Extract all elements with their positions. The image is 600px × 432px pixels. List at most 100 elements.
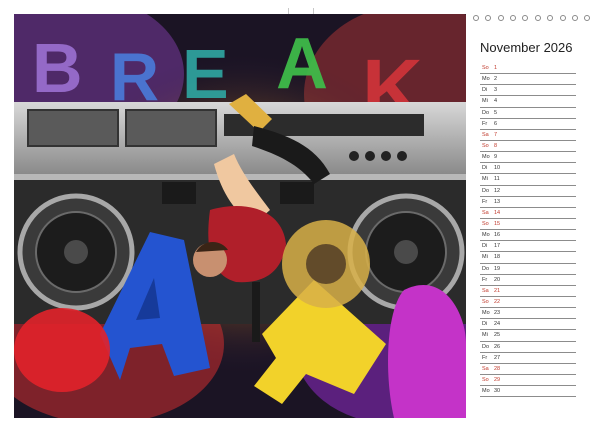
day-number: 28 (494, 365, 501, 372)
day-weekday: Di (482, 321, 488, 328)
binding-ring (534, 15, 541, 21)
day-weekday: Fr (482, 276, 488, 283)
day-weekday: Do (482, 343, 490, 350)
day-row: So 29 (480, 375, 576, 387)
day-weekday: Sa (482, 365, 489, 372)
day-row: Fr 13 (480, 197, 576, 208)
day-row: Mi 11 (480, 174, 576, 186)
day-number: 26 (494, 343, 501, 350)
day-weekday: Fr (482, 198, 488, 205)
day-weekday: So (482, 65, 489, 71)
day-weekday: Do (482, 265, 490, 272)
binding-ring (510, 15, 516, 21)
day-number: 3 (494, 87, 498, 94)
day-number: 22 (494, 298, 501, 305)
day-weekday: Mo (482, 76, 490, 83)
day-number: 2 (494, 76, 498, 83)
day-weekday: Mo (482, 154, 490, 161)
calendar-photo: B R E A K (14, 14, 466, 418)
day-weekday: Mi (482, 176, 488, 183)
day-weekday: Di (482, 165, 488, 172)
day-weekday: Mo (482, 388, 490, 395)
day-number: 25 (494, 332, 501, 339)
day-number: 14 (494, 209, 501, 216)
day-number: 17 (494, 243, 501, 250)
day-weekday: Mo (482, 232, 490, 239)
day-number: 9 (494, 154, 498, 161)
day-row: Fr 27 (480, 353, 576, 364)
day-row: Mo 30 (480, 386, 576, 398)
binding-ring (547, 15, 554, 21)
day-weekday: Di (482, 87, 488, 94)
day-row: Mo 9 (480, 152, 576, 164)
day-weekday: Do (482, 109, 490, 116)
day-row: Mo 2 (480, 74, 576, 86)
day-row: Di 24 (480, 319, 576, 331)
day-number: 4 (494, 98, 498, 105)
day-number: 30 (494, 388, 501, 395)
day-row: Do 19 (480, 264, 576, 275)
day-number: 20 (494, 276, 501, 283)
day-number: 29 (494, 376, 501, 383)
binding-ring (572, 15, 578, 21)
day-weekday: Fr (482, 354, 488, 361)
day-number: 8 (494, 142, 498, 149)
day-weekday: Mi (482, 98, 488, 105)
day-number: 23 (494, 310, 501, 317)
day-number: 1 (494, 65, 498, 71)
binding-ring (522, 15, 529, 21)
month-title: November 2026 (480, 40, 573, 55)
day-row: Sa 7 (480, 130, 576, 141)
day-row: Sa 28 (480, 364, 576, 375)
day-weekday: Sa (482, 287, 489, 294)
day-weekday: Mi (482, 254, 488, 261)
binding-ring (485, 15, 492, 21)
day-weekday: So (482, 298, 489, 305)
binding-ring (559, 15, 566, 21)
day-row: Mo 23 (480, 308, 576, 320)
day-number: 12 (494, 187, 501, 194)
letter-e: E (182, 35, 229, 113)
day-number: 13 (494, 198, 501, 205)
day-row: Mi 25 (480, 330, 576, 342)
binding-ring (472, 15, 479, 21)
day-row: Di 17 (480, 241, 576, 253)
day-weekday: So (482, 142, 489, 149)
day-row: Mi 18 (480, 252, 576, 264)
day-row: Do 5 (480, 108, 576, 119)
day-number: 18 (494, 254, 501, 261)
binding-ring (497, 15, 504, 21)
day-list: So 1 Mo 2 Di 3 Mi 4 Do 5 Fr 6 Sa 7 So 8 Mo 9 Di 10 Mi 11 Do 12 F… (480, 63, 576, 398)
day-number: 7 (494, 131, 498, 138)
day-number: 10 (494, 165, 501, 172)
day-row: Di 3 (480, 85, 576, 97)
day-weekday: Do (482, 187, 490, 194)
day-row: Sa 14 (480, 208, 576, 219)
day-number: 24 (494, 321, 501, 328)
day-number: 6 (494, 120, 498, 127)
day-number: 15 (494, 220, 501, 227)
day-row: Sa 21 (480, 286, 576, 297)
day-number: 27 (494, 354, 501, 361)
day-row: So 15 (480, 219, 576, 231)
day-number: 21 (494, 287, 501, 294)
day-row: Fr 6 (480, 119, 576, 130)
breakdance-artwork: B R E A K (14, 14, 466, 418)
day-row: Do 12 (480, 186, 576, 197)
day-weekday: Di (482, 243, 488, 250)
day-number: 16 (494, 232, 501, 239)
day-weekday: Sa (482, 209, 489, 216)
calendar-panel: November 2026 So 1 Mo 2 Di 3 Mi 4 Do 5 Fr 6 Sa 7 So 8 Mo… (476, 30, 576, 400)
day-number: 11 (494, 176, 500, 183)
day-row: Di 10 (480, 163, 576, 175)
day-weekday: Mi (482, 332, 488, 339)
day-weekday: Fr (482, 120, 488, 127)
day-number: 19 (494, 265, 501, 272)
day-row: Mi 4 (480, 96, 576, 108)
binding-ring (584, 15, 591, 21)
day-weekday: Sa (482, 131, 489, 138)
day-row: So 1 (480, 63, 576, 75)
day-row: So 8 (480, 141, 576, 153)
letter-a-top: A (276, 24, 328, 104)
day-row: Fr 20 (480, 275, 576, 286)
